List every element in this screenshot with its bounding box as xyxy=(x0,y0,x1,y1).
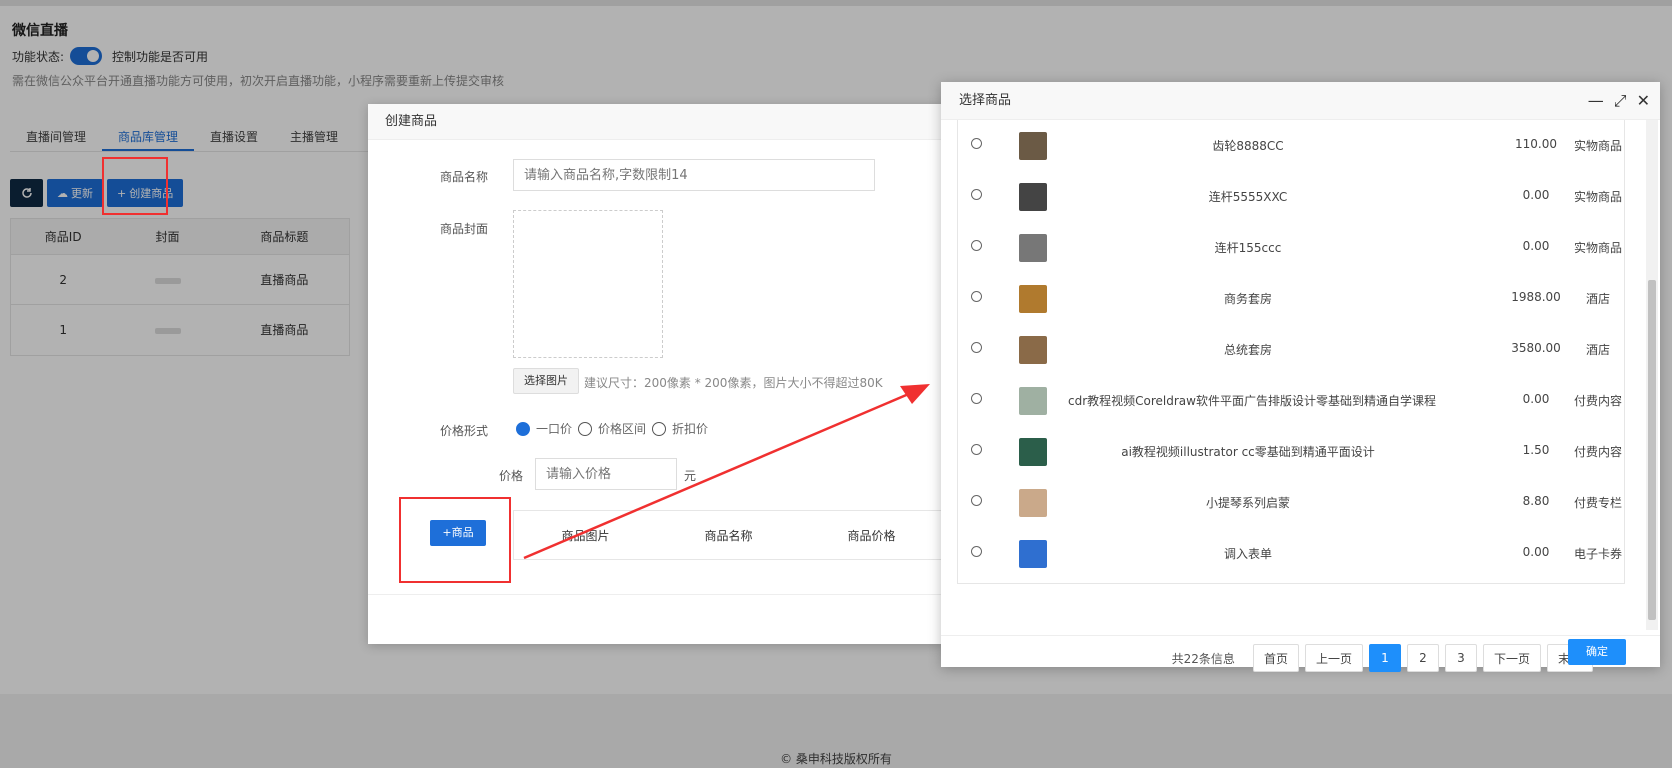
annotation-arrow xyxy=(523,384,930,560)
arrow-line xyxy=(523,388,919,560)
arrow-head xyxy=(900,384,930,404)
